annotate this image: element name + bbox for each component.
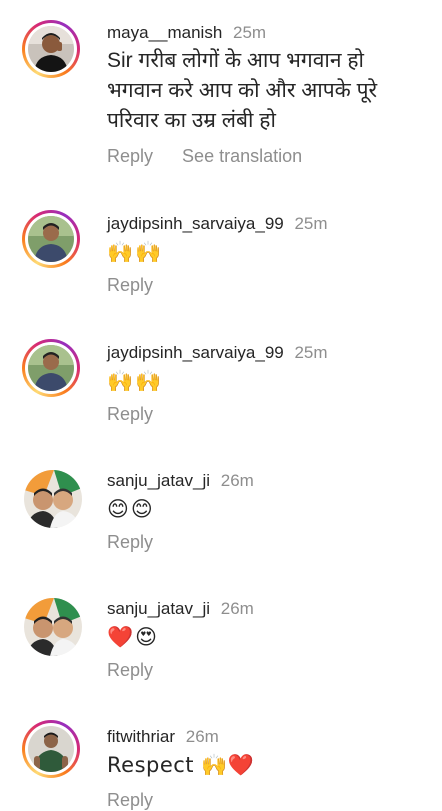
comment-timestamp: 26m — [220, 471, 254, 490]
reply-button[interactable]: Reply — [107, 144, 153, 168]
avatar[interactable] — [24, 470, 82, 528]
comment-timestamp: 26m — [220, 599, 254, 618]
comment-text-line: भगवान करे आप को और आपके पूरे — [107, 79, 378, 102]
comment-username[interactable]: jaydipsinh_sarvaiya_99 — [107, 214, 284, 233]
avatar-story-ring[interactable] — [22, 210, 80, 268]
comment-username[interactable]: sanju_jatav_ji — [107, 599, 210, 618]
comment-username[interactable]: jaydipsinh_sarvaiya_99 — [107, 343, 284, 362]
comment-text: 🙌🙌 — [107, 240, 164, 264]
reply-button[interactable]: Reply — [107, 790, 153, 811]
comment-text: 🙌🙌 — [107, 369, 164, 393]
avatar-story-ring[interactable] — [22, 20, 80, 78]
reply-button[interactable]: Reply — [107, 658, 153, 682]
avatar — [28, 726, 74, 772]
avatar-story-ring[interactable] — [22, 720, 80, 778]
comment-text-line: Sir गरीब लोगों के आप भगवान हो — [107, 49, 364, 72]
see-translation-button[interactable]: See translation — [182, 144, 302, 168]
avatar-story-ring[interactable] — [22, 339, 80, 397]
comment-timestamp: 26m — [185, 727, 219, 746]
comment-text: 😊😊 — [107, 497, 155, 521]
comment-text: Sir गरीब लोगों के आप भगवान हो भगवान करे … — [107, 46, 432, 136]
avatar[interactable] — [24, 598, 82, 656]
comment-text: Respect 🙌❤️ — [107, 753, 255, 777]
comment-username[interactable]: sanju_jatav_ji — [107, 471, 210, 490]
comment-timestamp: 25m — [294, 214, 328, 233]
comment-text-line: परिवार का उम्र लंबी हो — [107, 109, 276, 132]
reply-button[interactable]: Reply — [107, 273, 153, 297]
avatar — [28, 345, 74, 391]
comment-username[interactable]: fitwithriar — [107, 727, 175, 746]
comment-username[interactable]: maya__manish — [107, 23, 222, 42]
comment-text: ❤️😍 — [107, 625, 160, 649]
avatar — [28, 26, 74, 72]
avatar — [28, 216, 74, 262]
comment-timestamp: 25m — [233, 23, 267, 42]
reply-button[interactable]: Reply — [107, 402, 153, 426]
comment-timestamp: 25m — [294, 343, 328, 362]
reply-button[interactable]: Reply — [107, 530, 153, 554]
